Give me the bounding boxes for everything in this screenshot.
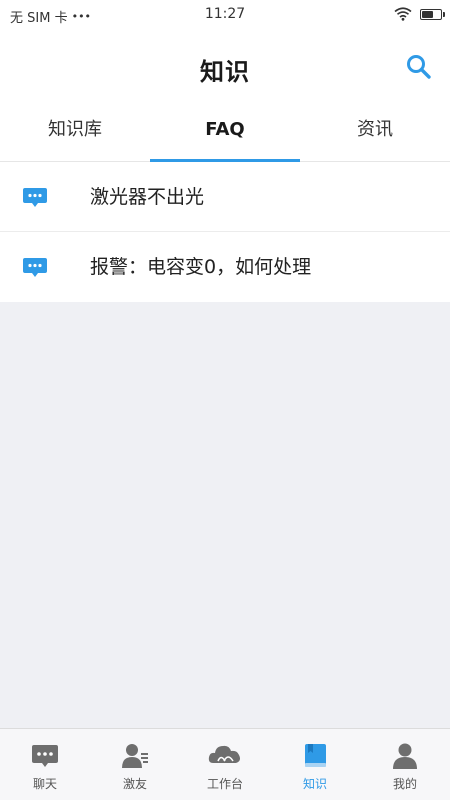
tab-bar: 知识库 FAQ 资讯 bbox=[0, 102, 450, 162]
profile-icon bbox=[393, 743, 417, 769]
chat-bubble-icon bbox=[23, 188, 47, 207]
battery-fill bbox=[422, 10, 433, 18]
nav-label: 知识 bbox=[302, 777, 327, 791]
chat-bubble-icon bbox=[23, 258, 47, 277]
nav-item-chat[interactable]: 聊天 bbox=[0, 729, 90, 800]
tab-label: 资讯 bbox=[357, 119, 393, 140]
page-title: 知识 bbox=[200, 58, 250, 86]
nav-item-workbench[interactable]: 工作台 bbox=[180, 729, 270, 800]
header: 知识 bbox=[0, 30, 450, 102]
status-bar: 无 SIM 卡 ••• 11:27 bbox=[0, 0, 450, 30]
nav-item-knowledge[interactable]: 知识 bbox=[270, 729, 360, 800]
tab-faq[interactable]: FAQ bbox=[150, 102, 300, 162]
nav-item-friends[interactable]: 激友 bbox=[90, 729, 180, 800]
search-button[interactable] bbox=[404, 52, 434, 82]
chat-icon bbox=[32, 745, 58, 767]
faq-question-text: 报警：电容变0，如何处理 bbox=[90, 256, 312, 278]
tab-label: 知识库 bbox=[48, 119, 102, 140]
status-time: 11:27 bbox=[204, 6, 246, 22]
tab-knowledge-base[interactable]: 知识库 bbox=[0, 102, 150, 161]
tab-news[interactable]: 资讯 bbox=[300, 102, 450, 161]
wifi-icon bbox=[394, 7, 412, 21]
book-icon bbox=[305, 744, 326, 767]
cloud-icon bbox=[208, 745, 240, 763]
list-item[interactable]: 激光器不出光 bbox=[0, 162, 450, 232]
nav-label: 我的 bbox=[392, 777, 417, 791]
bottom-nav: 聊天 激友 工作台 知识 我的 bbox=[0, 728, 450, 800]
nav-item-profile[interactable]: 我的 bbox=[360, 729, 450, 800]
nav-label: 工作台 bbox=[206, 777, 243, 791]
list-item[interactable]: 报警：电容变0，如何处理 bbox=[0, 232, 450, 302]
nav-label: 激友 bbox=[122, 777, 147, 791]
faq-question-text: 激光器不出光 bbox=[90, 186, 205, 208]
tab-label: FAQ bbox=[205, 119, 245, 140]
battery-icon bbox=[420, 8, 445, 20]
contacts-icon bbox=[122, 744, 148, 768]
search-icon bbox=[407, 55, 431, 79]
nav-label: 聊天 bbox=[32, 777, 57, 791]
status-right bbox=[394, 7, 445, 21]
faq-list: 激光器不出光 报警：电容变0，如何处理 bbox=[0, 162, 450, 302]
